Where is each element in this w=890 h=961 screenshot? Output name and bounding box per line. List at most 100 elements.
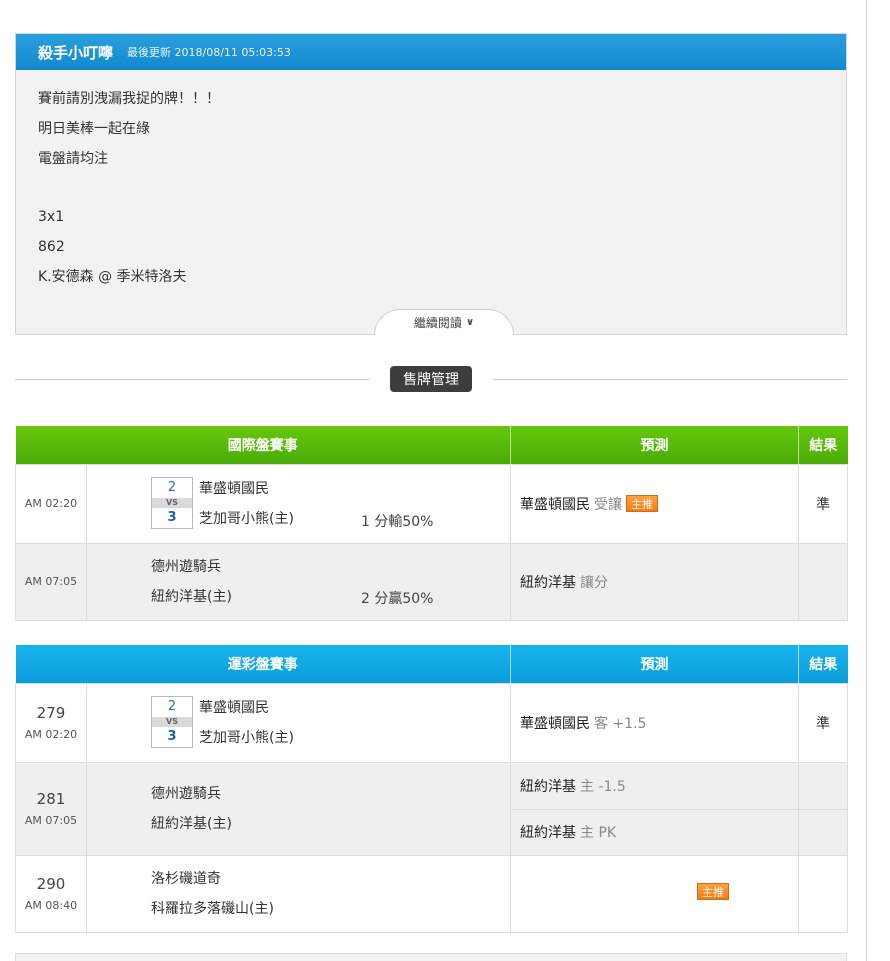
game-time-cell: AM 02:20 <box>15 463 87 544</box>
next-section-edge <box>15 953 847 961</box>
game-time-cell: 290 AM 08:40 <box>15 854 87 933</box>
vs-label: VS <box>152 497 192 508</box>
column-header-prediction: 預測 <box>510 426 799 464</box>
game-time: AM 02:20 <box>24 497 78 510</box>
read-more-label: 繼續閱讀 <box>413 316 462 330</box>
game-time-cell: 281 AM 07:05 <box>15 761 87 856</box>
game-time-cell: 279 AM 02:20 <box>15 682 87 763</box>
matchup-cell: 德州遊騎兵 紐約洋基(主) <box>86 761 511 856</box>
handicap-result: 2 分贏50% <box>361 590 434 607</box>
main-pick-badge: 主推 <box>626 494 658 512</box>
prediction-cell: 主推 <box>510 854 799 933</box>
prediction-type: 主 -1.5 <box>580 778 626 795</box>
away-team: 華盛頓國民 <box>199 699 269 716</box>
game-number: 290 <box>36 875 66 893</box>
post-line: 電盤請均注 <box>38 151 108 167</box>
game-time-cell: AM 07:05 <box>15 542 87 621</box>
matchup-cell: 2 VS 3 華盛頓國民 芝加哥小熊(主) 1 分輸50% <box>86 463 511 544</box>
column-header-result: 結果 <box>798 426 848 464</box>
analyst-post-card: 殺手小叮嚀 最後更新 2018/08/11 05:03:53 賽前請別洩漏我捉的… <box>15 33 847 335</box>
post-updated-time: 最後更新 2018/08/11 05:03:53 <box>127 46 291 59</box>
prediction-type: 受讓 <box>594 496 622 513</box>
home-team: 芝加哥小熊(主) <box>199 729 294 746</box>
prediction-type: 主 PK <box>580 825 617 841</box>
read-more-button[interactable]: 繼續閱讀 ∨ <box>374 309 514 335</box>
prediction-team: 華盛頓國民 <box>520 496 590 513</box>
result-cell <box>798 761 848 856</box>
home-team: 科羅拉多落磯山(主) <box>151 900 274 917</box>
result-cell <box>798 542 848 621</box>
post-line-blank <box>38 174 824 202</box>
prediction-type: 客 +1.5 <box>594 715 647 732</box>
main-pick-badge: 主推 <box>697 882 729 900</box>
post-author[interactable]: 殺手小叮嚀 <box>38 42 113 63</box>
divider-line-right <box>493 379 847 380</box>
game-number: 281 <box>36 790 66 808</box>
score-box: 2 VS 3 <box>151 695 193 748</box>
section-divider: 售牌管理 <box>15 366 847 392</box>
column-header-games: 運彩盤賽事 <box>15 645 511 683</box>
post-line: 862 <box>38 239 65 255</box>
sales-management-badge[interactable]: 售牌管理 <box>390 366 472 392</box>
table-row: 281 AM 07:05 德州遊騎兵 紐約洋基(主) 紐約洋基主 -1.5 紐約… <box>15 761 848 856</box>
international-games-table: 國際盤賽事 預測 結果 AM 02:20 2 VS 3 華盛頓國民 芝加哥小熊(… <box>15 426 848 621</box>
column-header-result: 結果 <box>798 645 848 683</box>
matchup-cell: 洛杉磯道奇 科羅拉多落磯山(主) <box>86 854 511 933</box>
matchup-cell: 2 VS 3 華盛頓國民 芝加哥小熊(主) <box>86 682 511 763</box>
home-team: 紐約洋基(主) <box>151 588 232 605</box>
post-line: 明日美棒一起在綠 <box>38 121 150 137</box>
chevron-down-icon: ∨ <box>465 317 475 328</box>
prediction-team: 紐約洋基 <box>520 778 576 795</box>
away-team: 洛杉磯道奇 <box>151 870 221 887</box>
home-team: 紐約洋基(主) <box>151 815 232 832</box>
away-score: 2 <box>167 698 177 714</box>
post-body: 賽前請別洩漏我捉的牌！！！ 明日美棒一起在綠 電盤請均注 3x1 862 K.安… <box>16 70 846 292</box>
result-line <box>799 763 847 809</box>
score-box: 2 VS 3 <box>151 476 193 529</box>
game-time: AM 07:05 <box>24 575 78 588</box>
away-team: 德州遊騎兵 <box>151 558 221 575</box>
away-score: 2 <box>167 479 177 495</box>
prediction-line: 紐約洋基主 PK <box>511 808 798 855</box>
result-cell <box>798 854 848 933</box>
prediction-team: 華盛頓國民 <box>520 715 590 732</box>
redacted-prediction <box>517 863 687 910</box>
vs-label: VS <box>152 716 192 727</box>
matchup-cell: 德州遊騎兵 紐約洋基(主) 2 分贏50% <box>86 542 511 621</box>
prediction-cell: 紐約洋基主 -1.5 紐約洋基主 PK <box>510 761 799 856</box>
table-row: AM 07:05 德州遊騎兵 紐約洋基(主) 2 分贏50% 紐約洋基 讓分 <box>15 542 848 621</box>
prediction-type: 讓分 <box>580 574 608 591</box>
game-number: 279 <box>36 704 66 722</box>
table-header-row: 國際盤賽事 預測 結果 <box>15 426 848 464</box>
post-line: 賽前請別洩漏我捉的牌！！！ <box>38 91 220 107</box>
home-team: 芝加哥小熊(主) <box>199 510 294 527</box>
prediction-cell: 華盛頓國民 受讓 主推 <box>510 463 799 544</box>
table-row: AM 02:20 2 VS 3 華盛頓國民 芝加哥小熊(主) 1 分輸50% 華… <box>15 463 848 544</box>
table-header-row: 運彩盤賽事 預測 結果 <box>15 645 848 683</box>
prediction-cell: 華盛頓國民客 +1.5 <box>510 682 799 763</box>
game-time: AM 02:20 <box>24 728 78 741</box>
game-time: AM 08:40 <box>24 899 78 912</box>
column-header-prediction: 預測 <box>510 645 799 683</box>
handicap-result: 1 分輸50% <box>361 513 434 530</box>
page-right-border <box>866 0 867 961</box>
result-cell: 準 <box>798 682 848 763</box>
sports-lottery-games-table: 運彩盤賽事 預測 結果 279 AM 02:20 2 VS 3 華盛頓國民 芝加… <box>15 645 848 933</box>
result-cell: 準 <box>798 463 848 544</box>
table-row: 279 AM 02:20 2 VS 3 華盛頓國民 芝加哥小熊(主) 華盛頓國民… <box>15 682 848 763</box>
prediction-line: 紐約洋基主 -1.5 <box>511 763 798 809</box>
away-team: 德州遊騎兵 <box>151 785 221 802</box>
prediction-team: 紐約洋基 <box>520 825 576 841</box>
home-score: 3 <box>167 509 177 525</box>
home-score: 3 <box>167 728 177 744</box>
column-header-games: 國際盤賽事 <box>15 426 511 464</box>
post-header: 殺手小叮嚀 最後更新 2018/08/11 05:03:53 <box>16 34 846 70</box>
prediction-cell: 紐約洋基 讓分 <box>510 542 799 621</box>
result-line <box>799 808 847 855</box>
divider-line-left <box>15 379 370 380</box>
table-row: 290 AM 08:40 洛杉磯道奇 科羅拉多落磯山(主) 主推 <box>15 854 848 933</box>
prediction-team: 紐約洋基 <box>520 574 576 591</box>
post-line: K.安德森 @ 季米特洛夫 <box>38 269 187 285</box>
game-time: AM 07:05 <box>24 814 78 827</box>
post-line: 3x1 <box>38 209 65 225</box>
